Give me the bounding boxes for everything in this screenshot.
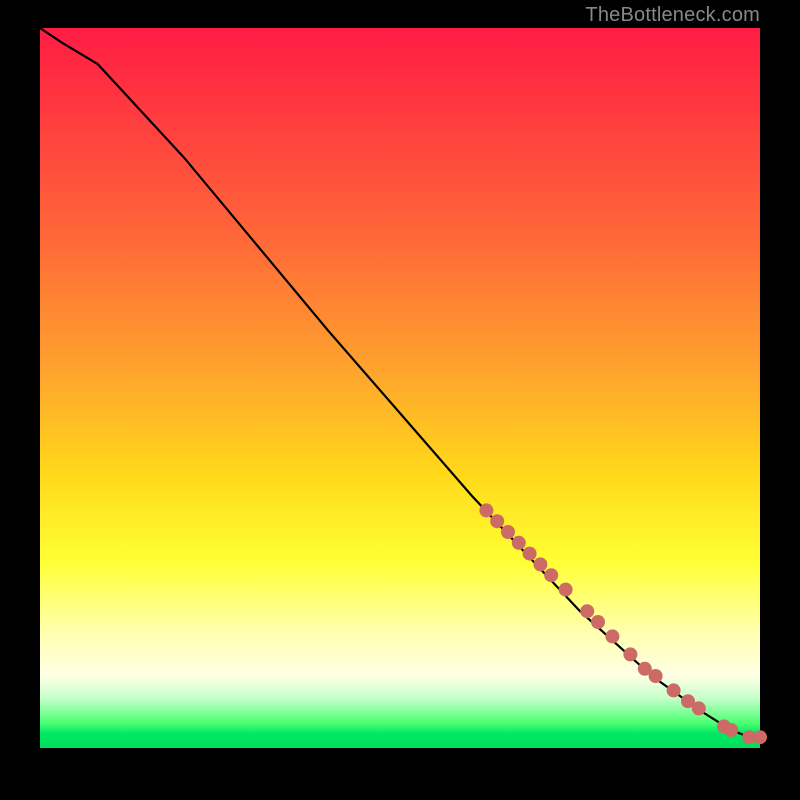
data-point (692, 701, 706, 715)
data-point (490, 514, 504, 528)
data-point (479, 503, 493, 517)
data-point (544, 568, 558, 582)
data-point (533, 557, 547, 571)
data-point (580, 604, 594, 618)
plot-area (40, 28, 760, 748)
chart-stage: TheBottleneck.com (0, 0, 800, 800)
data-point (667, 683, 681, 697)
data-points-group (479, 503, 767, 744)
data-point (501, 525, 515, 539)
data-point (605, 629, 619, 643)
data-point (591, 615, 605, 629)
data-point (753, 730, 767, 744)
data-curve (40, 28, 760, 737)
data-point (512, 536, 526, 550)
data-point (724, 723, 738, 737)
watermark-text: TheBottleneck.com (585, 4, 760, 27)
data-point (623, 647, 637, 661)
data-point (559, 583, 573, 597)
chart-svg (40, 28, 760, 748)
data-point (649, 669, 663, 683)
data-point (523, 547, 537, 561)
